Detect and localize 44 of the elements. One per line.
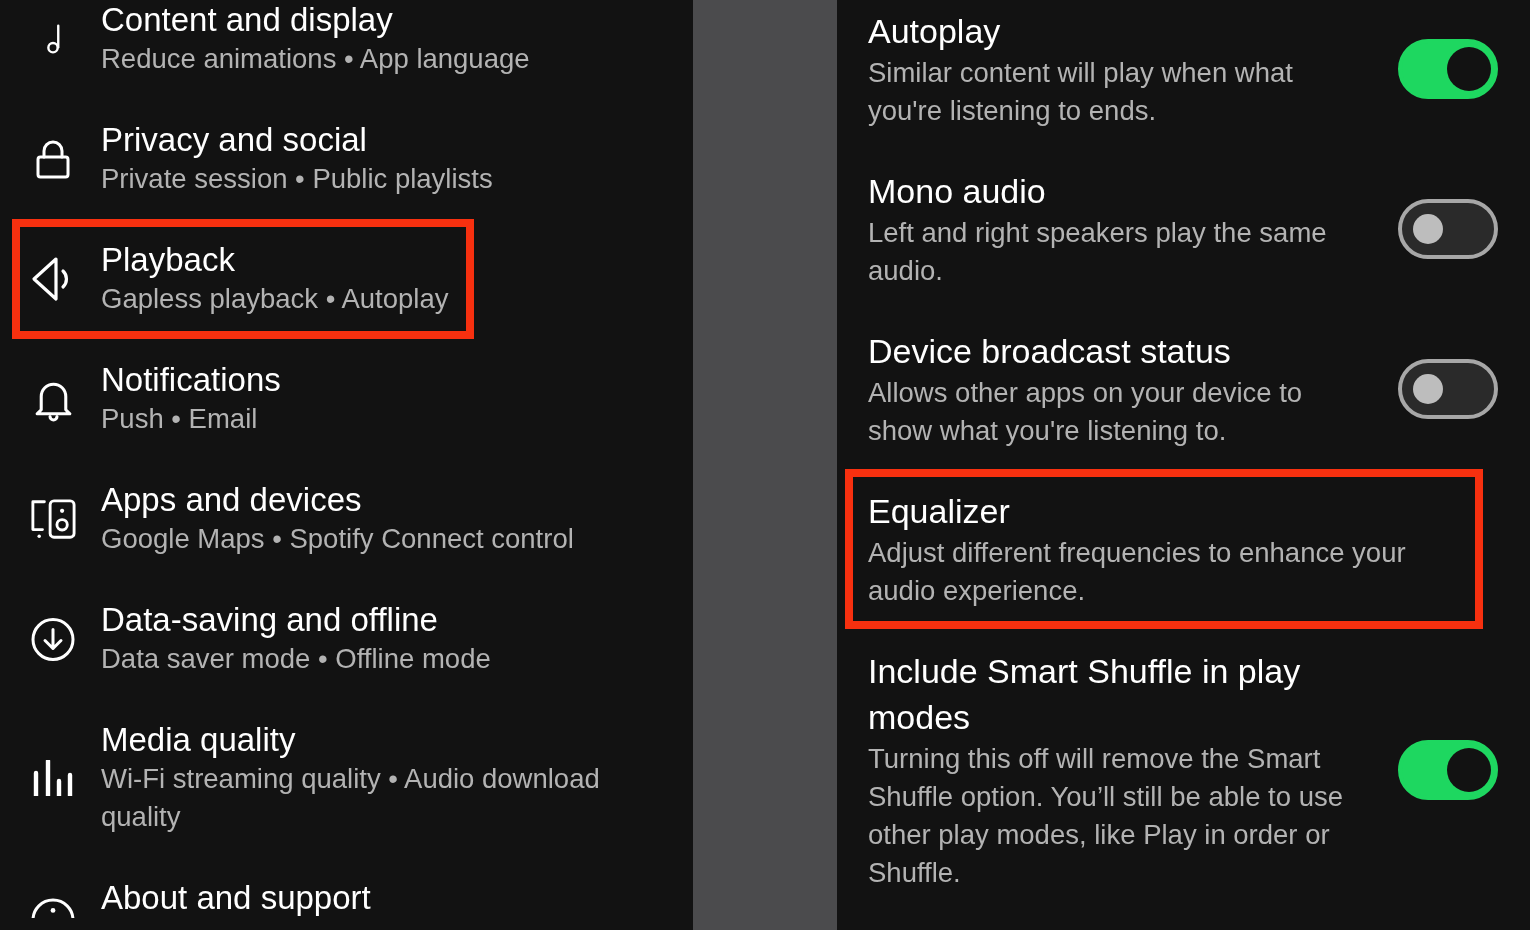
lock-icon — [36, 139, 70, 179]
menu-item-title: Notifications — [101, 360, 281, 400]
menu-item[interactable]: Data-saving and offline Data saver mode • Offline mode — [12, 579, 517, 699]
menu-item-title: Apps and devices — [101, 480, 363, 520]
setting-description: Allows other apps on your device to show what you're listening to. — [868, 376, 1304, 448]
setting-title: Autoplay — [868, 11, 1002, 52]
setting-title: Include Smart Shuffle in play modes — [868, 651, 1302, 738]
setting-description: Turning this off will remove the Smart Shuffle option. You’ll still be able to use other play modes, like Play in order or Shuffle. — [868, 742, 1344, 890]
menu-item-subtitle: Push • Email — [101, 402, 259, 436]
toggle-switch[interactable] — [1398, 740, 1498, 800]
menu-item[interactable]: Content and display Reduce animations • App language — [12, 0, 556, 99]
toggle-switch[interactable] — [1398, 199, 1498, 259]
menu-item[interactable]: Media quality Wi-Fi streaming quality • Audio download quality — [12, 699, 657, 857]
phone-speaker-icon — [30, 497, 76, 541]
toggle-switch[interactable] — [1398, 39, 1498, 99]
menu-item-subtitle: Wi-Fi streaming quality • Audio download quality — [101, 762, 601, 834]
setting-title: Device broadcast status — [868, 331, 1232, 372]
setting-description: Adjust different frequencies to enhance your audio experience. — [868, 536, 1407, 608]
menu-item-title: Playback — [101, 240, 236, 280]
menu-item-title: About and support — [101, 878, 371, 918]
setting-title: Equalizer — [868, 491, 1011, 532]
menu-item-subtitle: Google Maps • Spotify Connect control — [101, 522, 574, 556]
menu-item[interactable]: Privacy and social Private session • Public playlists — [12, 99, 519, 219]
bar-chart-icon — [33, 760, 73, 796]
setting-link[interactable]: Equalizer Adjust different frequencies to enhance your audio experience. — [845, 469, 1506, 629]
info-icon — [31, 898, 75, 918]
menu-item[interactable]: Notifications Push • Email — [12, 339, 307, 459]
setting-title: Mono audio — [868, 171, 1047, 212]
menu-item-subtitle: Gapless playback • Autoplay — [101, 282, 449, 316]
menu-item[interactable]: Playback Gapless playback • Autoplay — [12, 219, 475, 339]
setting-description: Left and right speakers play the same audio. — [868, 216, 1328, 288]
menu-item-subtitle: Data saver mode • Offline mode — [101, 642, 491, 676]
menu-item-subtitle: Private session • Public playlists — [101, 162, 493, 196]
music-note-icon — [44, 24, 62, 54]
menu-item-title: Content and display — [101, 0, 394, 40]
menu-item-subtitle: Reduce animations • App language — [101, 42, 530, 76]
menu-item-title: Data-saving and offline — [101, 600, 439, 640]
menu-item[interactable]: About and support — [12, 857, 397, 926]
toggle-switch[interactable] — [1398, 359, 1498, 419]
setting-description: Similar content will play when what you're listening to ends. — [868, 56, 1294, 128]
download-icon — [31, 616, 75, 662]
menu-item-title: Privacy and social — [101, 120, 368, 160]
menu-item[interactable]: Apps and devices Google Maps • Spotify Connect control — [12, 459, 600, 579]
menu-item-title: Media quality — [101, 720, 297, 760]
